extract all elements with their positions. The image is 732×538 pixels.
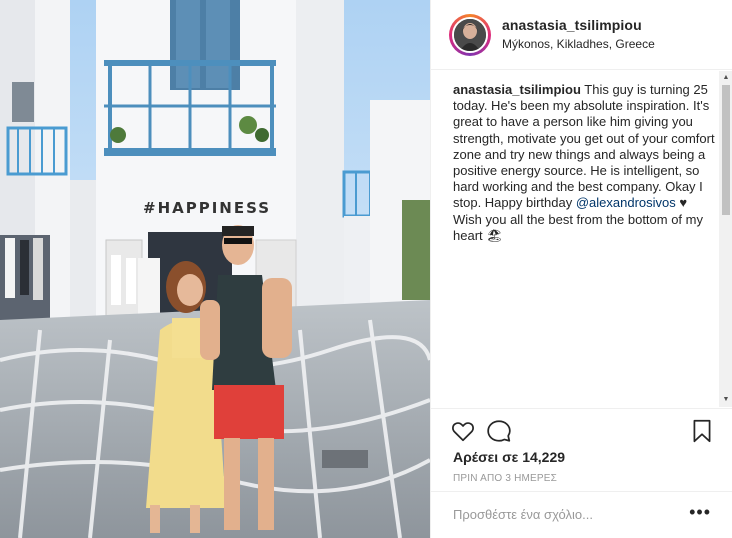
caption-username[interactable]: anastasia_tsilimpiou bbox=[453, 82, 581, 97]
post-location[interactable]: Mýkonos, Kikladhes, Greece bbox=[502, 37, 655, 51]
scroll-up-arrow-icon[interactable]: ▲ bbox=[719, 71, 732, 85]
likes-count[interactable]: Αρέσει σε 14,229 bbox=[453, 449, 565, 465]
bookmark-icon[interactable] bbox=[689, 418, 715, 444]
post-header: anastasia_tsilimpiou Mýkonos, Kikladhes,… bbox=[431, 0, 732, 70]
post-photo[interactable]: #HAPPINESS bbox=[0, 0, 430, 538]
heart-icon[interactable] bbox=[450, 418, 476, 444]
avatar-image bbox=[452, 17, 488, 53]
post-username[interactable]: anastasia_tsilimpiou bbox=[502, 17, 642, 33]
comment-icon[interactable] bbox=[486, 418, 512, 444]
caption-area: anastasia_tsilimpiou This guy is turning… bbox=[431, 71, 732, 407]
caption-scrollbar[interactable]: ▲ ▼ bbox=[719, 71, 732, 407]
comment-bar: Προσθέστε ένα σχόλιο... ••• bbox=[431, 491, 732, 538]
post-actions bbox=[431, 408, 732, 448]
photo-scene: #HAPPINESS bbox=[0, 0, 430, 538]
beach-emoji-icon: 🏖 bbox=[486, 227, 503, 243]
happiness-sign: #HAPPINESS bbox=[143, 199, 271, 217]
post-sidebar: anastasia_tsilimpiou Mýkonos, Kikladhes,… bbox=[430, 0, 732, 538]
more-options-icon[interactable]: ••• bbox=[689, 503, 711, 521]
comment-input[interactable]: Προσθέστε ένα σχόλιο... bbox=[453, 507, 593, 522]
avatar[interactable] bbox=[449, 14, 491, 56]
caption-text: This guy is turning 25 today. He's been … bbox=[453, 82, 715, 211]
scrollbar-thumb[interactable] bbox=[722, 85, 730, 215]
scroll-down-arrow-icon[interactable]: ▼ bbox=[719, 393, 732, 407]
caption: anastasia_tsilimpiou This guy is turning… bbox=[453, 82, 717, 244]
post-timestamp[interactable]: ΠΡΙΝ ΑΠΟ 3 ΗΜΕΡΕΣ bbox=[453, 473, 557, 484]
caption-mention[interactable]: @alexandrosivos bbox=[576, 195, 676, 210]
